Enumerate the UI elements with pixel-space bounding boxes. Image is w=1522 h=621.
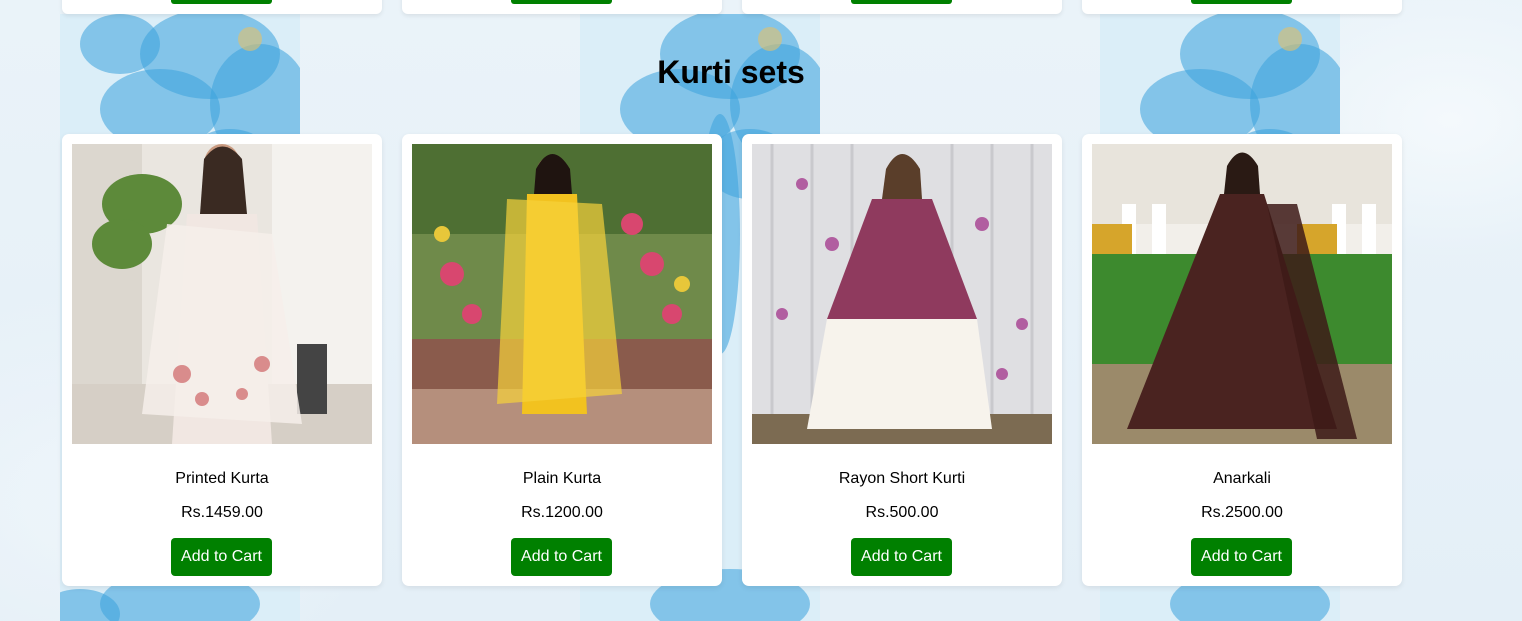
product-name: Anarkali [1213,470,1271,487]
product-card: Printed Kurta Rs.1459.00 Add to Cart [62,134,382,586]
add-to-cart-button[interactable]: Add to Cart [171,538,272,576]
add-to-cart-button[interactable]: Add to Cart [851,538,952,576]
product-price: Rs.500.00 [865,504,939,521]
product-price: Rs.2500.00 [1201,504,1283,521]
product-image[interactable] [1092,144,1392,444]
product-card-partial [62,0,382,14]
product-card: Rayon Short Kurti Rs.500.00 Add to Cart [742,134,1062,586]
product-name: Plain Kurta [522,470,602,487]
product-name: Printed Kurta [175,470,269,487]
previous-row-cards [0,0,1522,14]
add-to-cart-button[interactable]: Add to Cart [1191,538,1292,576]
add-to-cart-button-partial[interactable] [851,0,952,4]
product-card-partial [402,0,722,14]
product-price: Rs.1200.00 [521,504,603,521]
product-card-partial [1082,0,1402,14]
add-to-cart-button-partial[interactable] [171,0,272,4]
product-card: Plain Kurta Rs.1200.00 Add to Cart [402,134,722,586]
product-image[interactable] [72,144,372,444]
product-card: Anarkali Rs.2500.00 Add to Cart [1082,134,1402,586]
product-price: Rs.1459.00 [181,504,263,521]
add-to-cart-button[interactable]: Add to Cart [511,538,612,576]
product-name: Rayon Short Kurti [838,470,966,487]
product-image[interactable] [412,144,712,444]
product-image[interactable] [752,144,1052,444]
add-to-cart-button-partial[interactable] [1191,0,1292,4]
section-title: Kurti sets [657,54,805,90]
add-to-cart-button-partial[interactable] [511,0,612,4]
product-card-partial [742,0,1062,14]
